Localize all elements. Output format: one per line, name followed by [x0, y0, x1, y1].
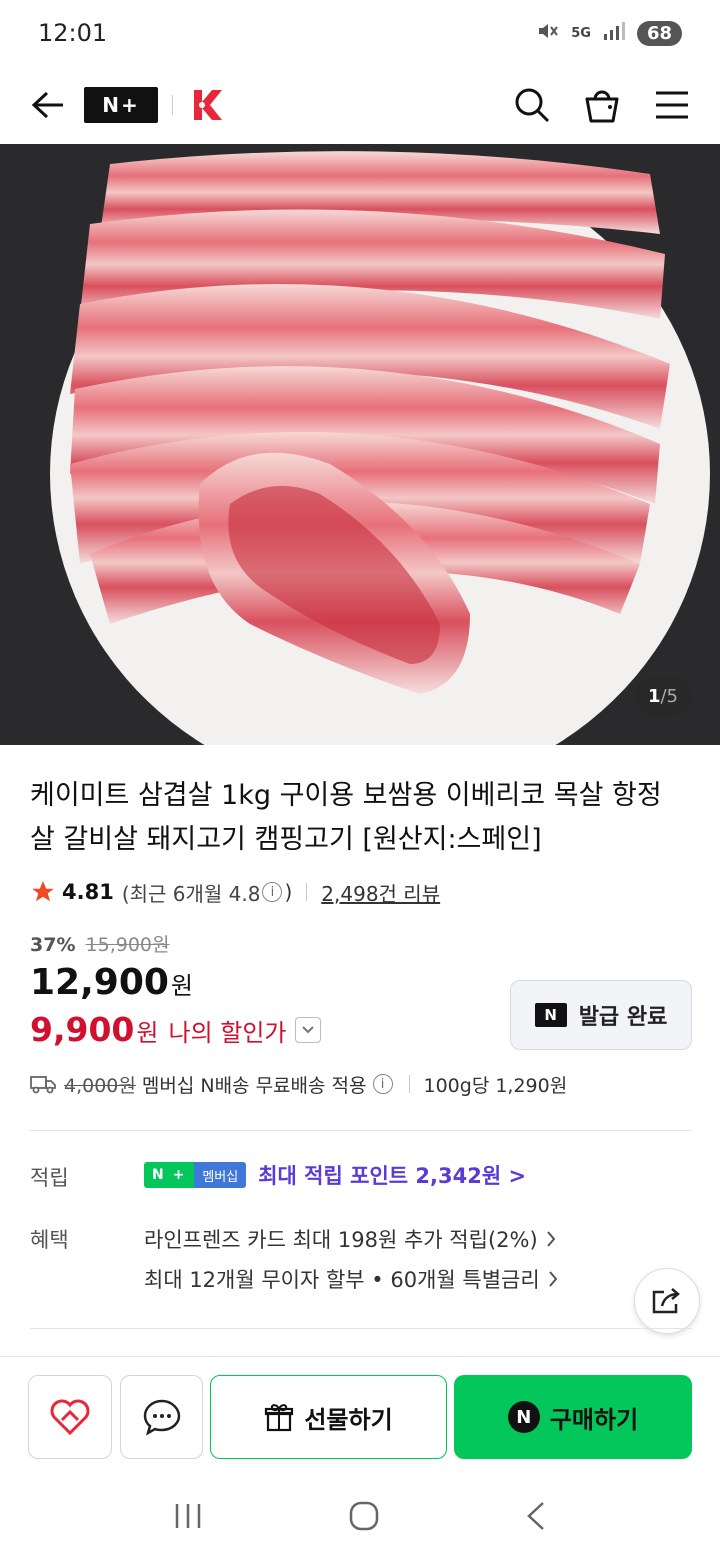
mute-icon — [537, 21, 559, 45]
discount-row: 37% 15,900원 — [30, 930, 170, 957]
hamburger-menu-icon — [656, 91, 688, 119]
card-benefit-link[interactable]: 라인프렌즈 카드 최대 198원 추가 적립(2%) — [144, 1224, 556, 1254]
unit-price: 100g당 1,290원 — [423, 1074, 568, 1097]
menu-button[interactable] — [648, 81, 696, 129]
share-icon — [652, 1288, 680, 1314]
my-price-unit: 원 — [136, 1019, 159, 1047]
discount-percent: 37% — [30, 934, 76, 956]
cart-button[interactable] — [578, 81, 626, 129]
naver-pay-n-icon: N — [507, 1401, 540, 1433]
chevron-right-icon — [548, 1271, 558, 1287]
original-price: 15,900원 — [85, 934, 170, 956]
chevron-right-icon — [546, 1231, 555, 1247]
back-button[interactable] — [24, 81, 72, 129]
recent-rating-close: ) — [284, 880, 293, 904]
my-price-label: 나의 할인가 — [168, 1019, 287, 1047]
talk-talk-button[interactable] — [120, 1375, 203, 1459]
points-row[interactable]: N + 멤버십 최대 적립 포인트 2,342원 > — [144, 1160, 526, 1190]
installment-benefit-text: 최대 12개월 무이자 할부 • 60개월 특별금리 — [144, 1268, 540, 1292]
info-icon[interactable]: i — [262, 882, 283, 902]
rating-divider — [306, 883, 308, 901]
installment-benefit-link[interactable]: 최대 12개월 무이자 할부 • 60개월 특별금리 — [144, 1264, 558, 1294]
header-actions — [508, 81, 696, 129]
buy-label: 구매하기 — [549, 1405, 639, 1434]
recent-apps-button[interactable] — [173, 1502, 203, 1534]
recent-apps-icon — [175, 1504, 200, 1528]
delivery-row: 4,000원 멤버십 N배송 무료배송 적용 i 100g당 1,290원 — [30, 1068, 567, 1100]
shopping-bag-icon — [585, 90, 619, 123]
status-bar: 12:01 5G 68 — [0, 0, 720, 66]
home-button[interactable] — [348, 1500, 380, 1536]
sale-price-value: 12,900 — [30, 962, 169, 1003]
heart-icon — [50, 1399, 90, 1436]
naver-n-badge-icon: N — [534, 1003, 567, 1027]
status-time: 12:01 — [38, 19, 108, 47]
system-back-icon — [527, 1502, 545, 1530]
shipping-divider — [408, 1075, 410, 1093]
system-navigation-bar — [0, 1476, 720, 1560]
buy-button[interactable]: N 구매하기 — [454, 1375, 692, 1459]
rating-score: 4.81 — [62, 880, 114, 904]
battery-indicator: 68 — [636, 20, 682, 46]
section-divider — [30, 1328, 692, 1329]
points-label: 적립 — [30, 1166, 69, 1190]
my-price-value: 9,900 — [30, 1010, 135, 1049]
star-icon — [32, 881, 54, 902]
review-count-link[interactable]: 2,498건 리뷰 — [321, 878, 440, 907]
gift-button[interactable]: 선물하기 — [210, 1375, 447, 1459]
product-image-gallery[interactable]: 1/5 — [0, 144, 720, 745]
system-back-button[interactable] — [525, 1500, 547, 1536]
shipping-text: 멤버십 N배송 무료배송 적용 — [141, 1074, 367, 1097]
wishlist-button[interactable] — [28, 1375, 112, 1459]
gift-label: 선물하기 — [304, 1405, 393, 1434]
nplus-membership-badge: N + 멤버십 — [144, 1162, 247, 1188]
card-benefit-text: 라인프렌즈 카드 최대 198원 추가 적립(2%) — [144, 1228, 538, 1252]
search-icon — [515, 88, 550, 123]
sale-price-unit: 원 — [170, 972, 194, 1000]
chevron-down-icon[interactable] — [294, 1016, 321, 1043]
my-discount-price[interactable]: 9,900 원 나의 할인가 — [30, 1010, 321, 1049]
max-points-link[interactable]: 최대 적립 포인트 2,342원 > — [258, 1160, 526, 1190]
sale-price: 12,900원 — [30, 962, 193, 1003]
original-shipping-fee: 4,000원 — [64, 1074, 136, 1097]
section-divider — [30, 1130, 692, 1131]
status-icons: 5G 68 — [537, 20, 682, 46]
image-counter-current: 1 — [647, 686, 661, 707]
kmeat-store-logo[interactable] — [187, 85, 227, 125]
coupon-label: 발급 완료 — [578, 1005, 668, 1030]
product-title: 케이미트 삼겹살 1kg 구이용 보쌈용 이베리코 목살 항정살 갈비살 돼지고… — [30, 780, 662, 855]
truck-icon — [30, 1076, 56, 1094]
image-counter: 1/5 — [633, 678, 692, 715]
nplus-store-logo[interactable]: N+ — [84, 87, 158, 123]
coupon-issued-button[interactable]: N 발급 완료 — [510, 980, 692, 1050]
shipping-info-icon[interactable]: i — [372, 1074, 393, 1094]
search-button[interactable] — [508, 81, 556, 129]
back-arrow-icon — [31, 91, 63, 119]
app-header: N+ — [0, 66, 720, 144]
network-label: 5G — [571, 25, 591, 41]
membership-badge-text: 멤버십 — [194, 1162, 247, 1188]
recent-rating: (최근 6개월 4.8 — [121, 881, 261, 906]
pork-belly-photo — [0, 144, 720, 745]
image-counter-total: /5 — [660, 686, 678, 707]
rating-row: 4.81 (최근 6개월 4.8 i ) 2,498건 리뷰 — [30, 874, 440, 910]
gift-icon — [265, 1404, 294, 1432]
chat-bubble-icon — [143, 1399, 180, 1436]
logo-divider — [172, 95, 173, 115]
signal-icon — [603, 22, 625, 44]
home-icon — [349, 1501, 379, 1531]
bottom-action-bar: 선물하기 N 구매하기 — [0, 1356, 720, 1476]
benefits-label: 혜택 — [30, 1228, 69, 1252]
share-button[interactable] — [634, 1268, 700, 1334]
nplus-badge-text: N + — [144, 1162, 195, 1188]
